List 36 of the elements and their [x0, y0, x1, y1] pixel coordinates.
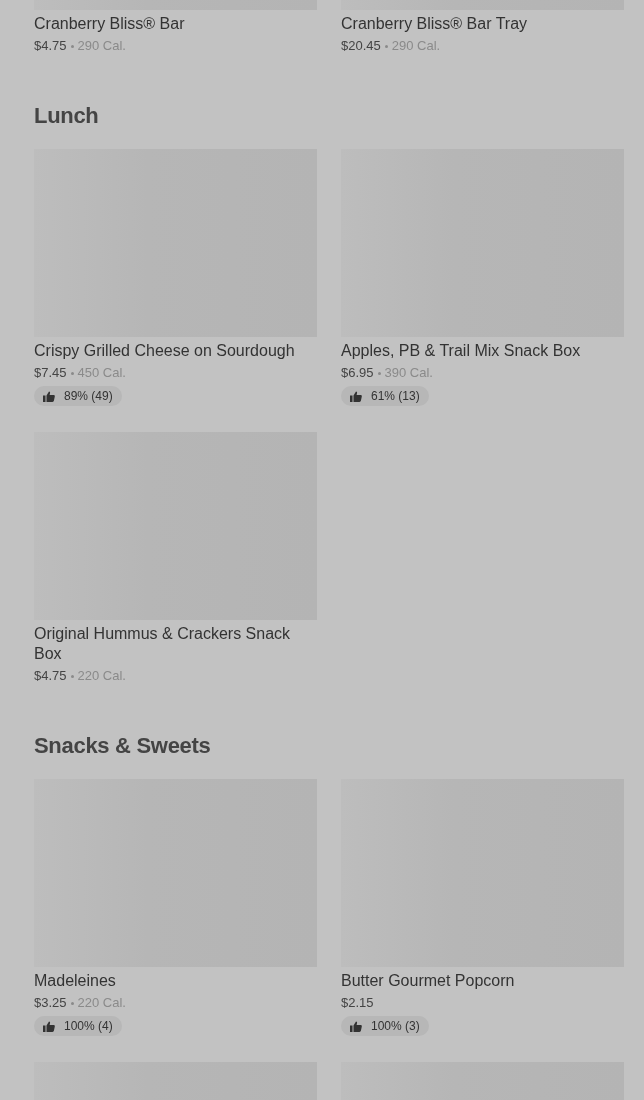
item-calories: 390 Cal.: [384, 364, 433, 382]
item-name[interactable]: Butter Gourmet Popcorn: [341, 971, 624, 991]
separator-dot: [70, 44, 74, 48]
thumbs-up-icon: [43, 390, 55, 402]
separator-dot: [384, 44, 388, 48]
item-calories: 290 Cal.: [391, 37, 441, 55]
thumbs-up-icon: [350, 1020, 362, 1032]
rating-text: 100% (4): [64, 1019, 113, 1033]
section-heading: Snacks & Sweets: [34, 732, 212, 760]
item-price: $6.95: [341, 364, 374, 382]
item-calories: 450 Cal.: [77, 364, 126, 382]
section-heading: Lunch: [34, 102, 100, 130]
item-name[interactable]: Cranberry Bliss® Bar Tray: [341, 14, 624, 34]
item-calories: 290 Cal.: [77, 37, 126, 55]
separator-dot: [377, 371, 381, 375]
thumbs-up-icon: [350, 390, 362, 402]
item-name[interactable]: Crispy Grilled Cheese on Sourdough: [34, 341, 317, 361]
separator-dot: [70, 1001, 74, 1005]
rating-text: 89% (49): [64, 389, 113, 403]
separator-dot: [70, 674, 74, 678]
separator-dot: [70, 371, 74, 375]
item-price: $2.15: [341, 994, 374, 1012]
item-price: $7.45: [34, 364, 67, 382]
item-calories: 220 Cal.: [77, 994, 126, 1012]
item-calories: 220 Cal.: [77, 667, 126, 685]
item-name[interactable]: Apples, PB & Trail Mix Snack Box: [341, 341, 624, 361]
item-name[interactable]: Cranberry Bliss® Bar: [34, 14, 317, 34]
item-name[interactable]: Madeleines: [34, 971, 317, 991]
rating-text: 61% (13): [371, 389, 420, 403]
item-name[interactable]: Original Hummus & Crackers Snack Box: [34, 624, 317, 664]
item-price: $4.75: [34, 37, 67, 55]
rating-text: 100% (3): [371, 1019, 420, 1033]
item-price: $4.75: [34, 667, 67, 685]
item-price: $3.25: [34, 994, 67, 1012]
thumbs-up-icon: [43, 1020, 55, 1032]
item-price: $20.45: [341, 37, 381, 55]
